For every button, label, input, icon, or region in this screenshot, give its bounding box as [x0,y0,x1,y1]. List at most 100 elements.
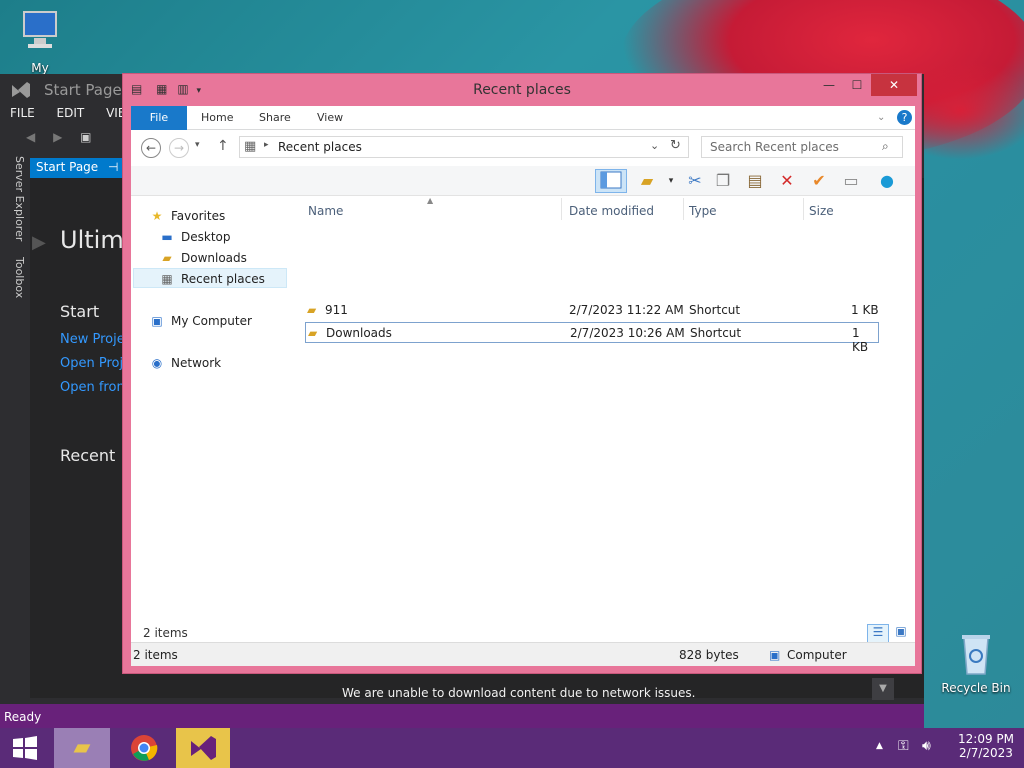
back-icon[interactable]: ◀ [26,130,35,144]
tab-home[interactable]: Home [201,106,233,130]
nav-recent-places[interactable]: ▦ Recent places [133,268,287,288]
nav-favorites[interactable]: ★ Favorites [149,206,226,226]
network-tray-icon[interactable]: ⚿ [898,738,909,754]
paste-icon[interactable]: ▤ [743,169,767,193]
large-icons-view-icon[interactable]: ▣ [891,624,911,644]
checkmark-icon[interactable]: ✔ [807,169,831,193]
chevron-down-icon[interactable]: ⌄ [877,106,885,130]
close-button[interactable]: ✕ [871,74,917,96]
chevron-right-icon[interactable]: ▸ [264,140,269,150]
file-size: 1 KB [852,326,869,354]
ribbon-tabs: File Home Share View ⌄ ? [131,106,915,130]
search-input[interactable]: Search Recent places [710,140,839,154]
pin-icon[interactable]: ⊣ [108,160,118,174]
vs-menu-edit[interactable]: EDIT [57,106,85,120]
vs-side-tabs: Server Explorer Toolbox [8,156,26,298]
nav-label: My Computer [171,314,252,328]
vs-start-heading: Start [60,302,100,321]
forward-button[interactable]: → [169,138,189,158]
column-separator[interactable] [683,198,684,220]
status-items: 2 items [133,648,178,662]
file-row-downloads[interactable]: ▰ Downloads 2/7/2023 10:26 AM Shortcut 1… [305,322,879,354]
vs-link-open-from[interactable]: Open from [60,380,129,395]
folder-shortcut-icon: ▰ [307,303,317,317]
clock[interactable]: 12:09 PM 2/7/2023 [958,732,1014,760]
address-bar[interactable]: ▦ ▸ Recent places ⌄ ↻ [239,136,689,158]
taskbar-chrome[interactable] [118,728,170,768]
folder-options-icon[interactable]: ▰ [635,169,659,193]
items-count: 2 items [143,626,188,640]
column-separator[interactable] [803,198,804,220]
recycle-bin-icon [962,635,990,675]
nav-label: Desktop [181,230,231,244]
vs-tab-start-page[interactable]: Start Page ⊣ [30,158,130,178]
maximize-button[interactable]: ☐ [843,74,871,96]
chevron-down-icon[interactable]: ⌄ [650,139,659,152]
status-size: 828 bytes [679,648,739,662]
vs-link-new-project[interactable]: New Proje [60,332,125,347]
minimize-button[interactable]: — [815,74,843,96]
taskbar-visual-studio[interactable] [176,728,230,768]
scroll-down-icon[interactable]: ▼ [872,678,894,700]
nav-label: Recent places [181,272,265,286]
nav-my-computer[interactable]: ▣ My Computer [149,311,252,331]
downloads-folder-icon: ▰ [162,251,172,265]
recent-locations-icon[interactable]: ▾ [195,140,200,150]
file-date: 2/7/2023 11:22 AM [569,303,684,317]
forward-icon[interactable]: ▶ [53,130,62,144]
column-name[interactable]: Name [308,204,343,218]
start-button[interactable] [0,728,50,768]
nav-desktop[interactable]: ▬ Desktop [159,227,231,247]
vs-menu-file[interactable]: FILE [10,106,35,120]
navigation-bar: ← → ▾ ↑ ▦ ▸ Recent places ⌄ ↻ Search Rec… [131,130,915,166]
sort-ascending-icon: ▲ [427,196,434,205]
toolbox-tab[interactable]: Toolbox [13,257,26,298]
clock-time: 12:09 PM [958,732,1014,746]
globe-icon[interactable]: ● [875,169,899,193]
show-hidden-icons-icon[interactable]: ▲ [876,741,883,751]
explorer-window: ▤ ▦ ▥ ▾ Recent places — ☐ ✕ File Home Sh… [122,73,922,674]
rename-icon[interactable]: ▭ [839,169,863,193]
back-button[interactable]: ← [141,138,161,158]
details-view-icon[interactable]: ☰ [867,624,889,644]
refresh-icon[interactable]: ↻ [670,138,681,153]
delete-icon[interactable]: ✕ [775,169,799,193]
search-icon[interactable]: ⌕ [882,139,889,154]
computer-icon: ▣ [151,314,163,328]
cut-icon[interactable]: ✂ [683,169,707,193]
search-box[interactable]: Search Recent places ⌕ [701,136,903,158]
nav-downloads[interactable]: ▰ Downloads [159,248,247,268]
desktop-icon-recycle-bin[interactable]: Recycle Bin [940,630,1012,695]
taskbar-file-explorer[interactable]: ▰ [54,728,110,768]
column-separator[interactable] [561,198,562,220]
new-project-icon[interactable]: ▣ [80,130,91,144]
vs-link-open-project[interactable]: Open Proj [60,356,123,371]
file-type: Shortcut [689,303,741,317]
server-explorer-tab[interactable]: Server Explorer [13,156,26,241]
preview-pane-icon[interactable] [595,169,627,193]
vs-title: Start Page - [44,81,132,99]
windows-logo-icon [13,736,37,760]
chevron-down-icon[interactable]: ▾ [659,169,683,193]
address-text: Recent places [278,140,362,154]
command-toolbar: ▰ ▾ ✂ ❐ ▤ ✕ ✔ ▭ ● [131,166,915,196]
volume-icon[interactable]: 🔊︎ [922,738,931,754]
clock-date: 2/7/2023 [959,746,1013,760]
tab-file[interactable]: File [131,106,187,130]
column-date-modified[interactable]: Date modified [569,204,654,218]
tab-share[interactable]: Share [259,106,291,130]
column-type[interactable]: Type [689,204,717,218]
copy-icon[interactable]: ❐ [711,169,735,193]
column-size[interactable]: Size [809,204,834,218]
computer-icon [23,11,57,48]
nav-label: Downloads [181,251,247,265]
vs-recent-heading: Recent [60,446,116,465]
file-row-911[interactable]: ▰ 911 2/7/2023 11:22 AM Shortcut 1 KB [305,300,879,321]
up-icon[interactable]: ↑ [217,138,229,154]
explorer-content: ★ Favorites ▬ Desktop ▰ Downloads ▦ Recent p… [131,196,915,644]
help-icon[interactable]: ? [897,106,912,130]
tab-view[interactable]: View [317,106,343,130]
nav-network[interactable]: ◉ Network [149,353,221,373]
file-name: Downloads [326,326,392,340]
expand-icon[interactable]: ▶ [32,232,46,253]
